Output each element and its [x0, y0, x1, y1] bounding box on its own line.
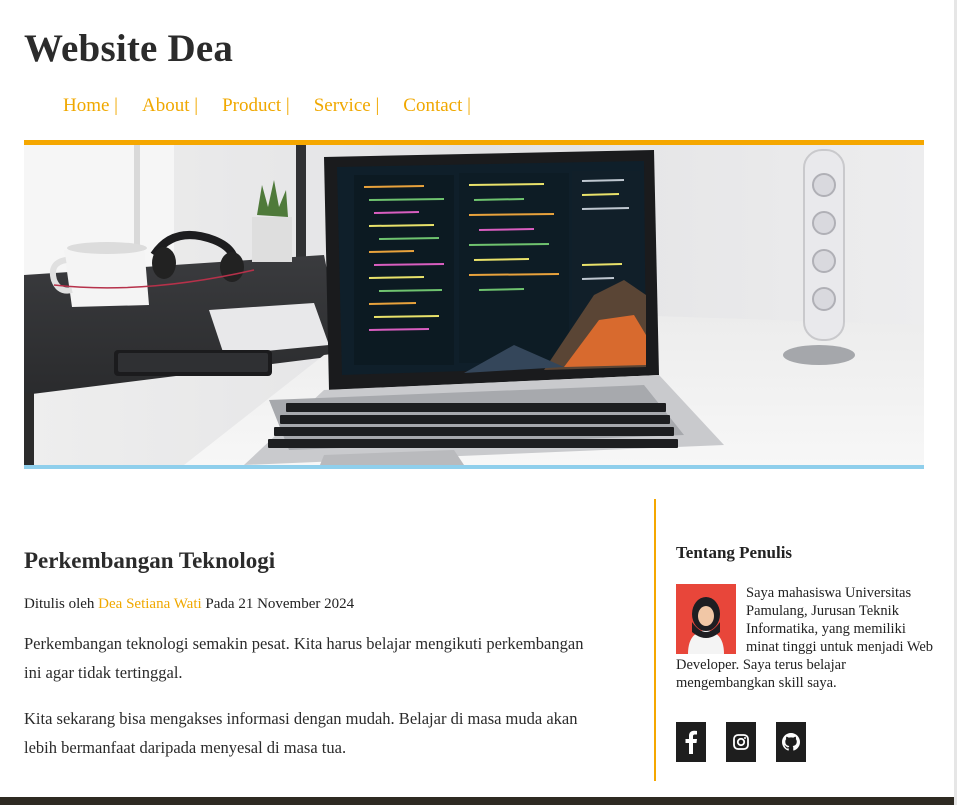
- nav-about-link[interactable]: About |: [142, 95, 198, 117]
- footer-strip: [0, 797, 954, 805]
- hero-laptop-image: [24, 145, 924, 465]
- main-nav: Home | About | Product | Service | Conta…: [63, 95, 495, 117]
- instagram-button[interactable]: [726, 722, 756, 762]
- nav-service-link[interactable]: Service |: [314, 95, 380, 117]
- social-links: [676, 722, 826, 762]
- instagram-icon: [733, 734, 749, 750]
- facebook-icon: [685, 730, 697, 754]
- github-icon: [782, 733, 800, 751]
- byline-prefix: Ditulis oleh: [24, 596, 95, 612]
- article: Perkembangan Teknologi Ditulis oleh Dea …: [24, 548, 584, 778]
- article-title: Perkembangan Teknologi: [24, 548, 276, 573]
- article-paragraph-1: Perkembangan teknologi semakin pesat. Ki…: [24, 634, 584, 682]
- sidebar-divider: [654, 499, 656, 781]
- author-about: Saya mahasiswa Universitas Pamulang, Jur…: [676, 584, 934, 692]
- facebook-button[interactable]: [676, 722, 706, 762]
- nav-home-link[interactable]: Home |: [63, 95, 118, 117]
- byline-date: Pada 21 November 2024: [205, 596, 355, 612]
- nav-product-link[interactable]: Product |: [222, 95, 290, 117]
- hero-banner: [24, 140, 924, 469]
- site-title: Website Dea: [24, 27, 234, 70]
- author-link[interactable]: Dea Setiana Wati: [98, 596, 201, 612]
- article-paragraph-2: Kita sekarang bisa mengakses informasi d…: [24, 708, 578, 757]
- author-avatar: [676, 584, 736, 654]
- nav-contact-link[interactable]: Contact |: [403, 95, 471, 117]
- article-byline: Ditulis oleh Dea Setiana Wati Pada 21 No…: [24, 596, 584, 613]
- sidebar-title: Tentang Penulis: [676, 543, 793, 562]
- github-button[interactable]: [776, 722, 806, 762]
